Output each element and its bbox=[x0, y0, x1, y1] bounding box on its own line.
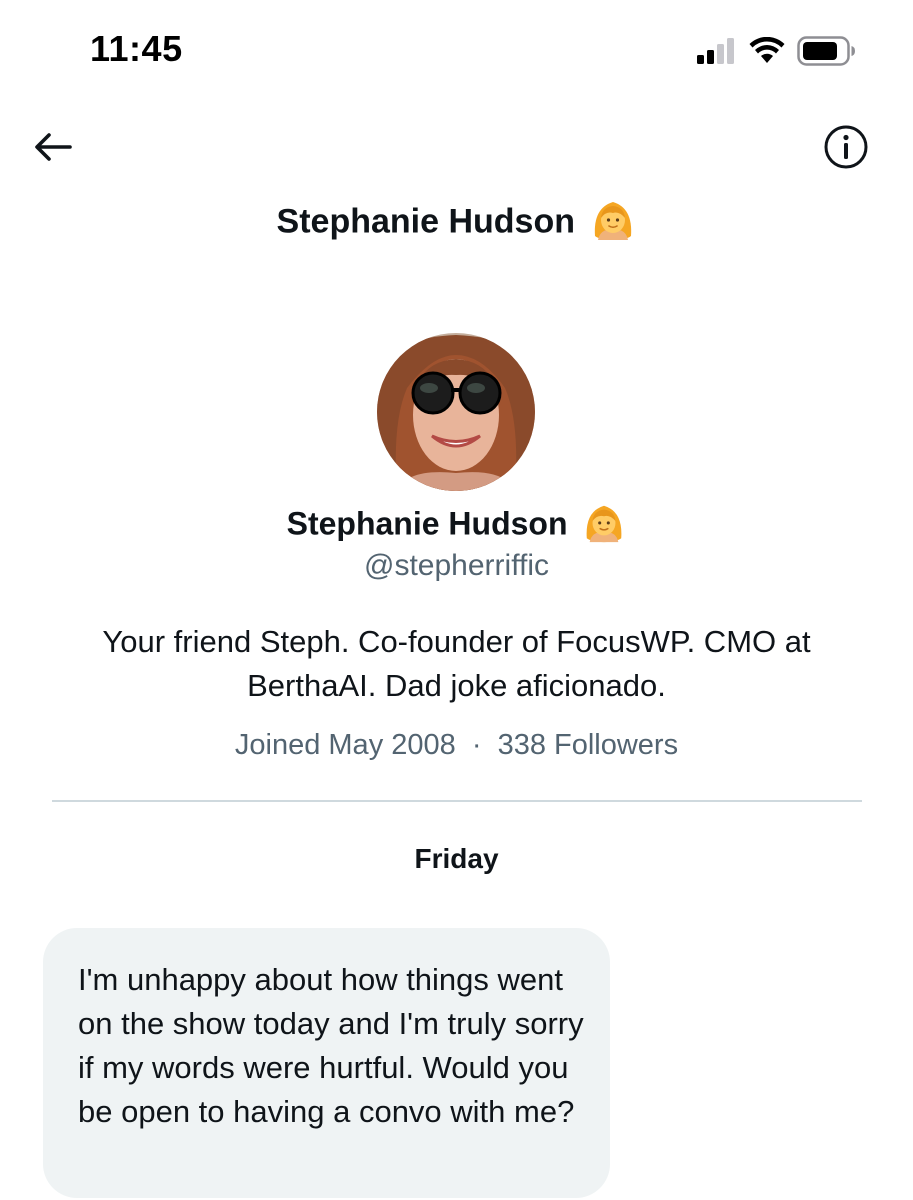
meta-separator: · bbox=[471, 729, 482, 761]
back-button[interactable] bbox=[30, 126, 76, 172]
status-icons bbox=[697, 36, 855, 71]
profile-handle[interactable]: @stepherriffic bbox=[0, 549, 913, 583]
profile-meta: Joined May 2008 · 338 Followers bbox=[0, 729, 913, 762]
avatar[interactable] bbox=[377, 333, 535, 491]
date-separator: Friday bbox=[414, 843, 499, 874]
profile-name-text: Stephanie Hudson bbox=[286, 505, 568, 542]
arrow-left-icon bbox=[32, 131, 74, 168]
profile-bio: Your friend Steph. Co-founder of FocusWP… bbox=[102, 624, 811, 703]
battery-icon bbox=[797, 36, 855, 71]
woman-person-emoji bbox=[582, 500, 626, 552]
profile-name[interactable]: Stephanie Hudson bbox=[0, 500, 913, 552]
joined-date: Joined May 2008 bbox=[234, 729, 456, 761]
message-bubble[interactable]: I'm unhappy about how things went on the… bbox=[43, 928, 610, 1198]
conversation-title-text: Stephanie Hudson bbox=[276, 202, 575, 241]
cellular-signal-icon bbox=[697, 37, 737, 70]
status-time: 11:45 bbox=[90, 28, 183, 69]
followers-count[interactable]: 338 Followers bbox=[498, 729, 679, 761]
conversation-title: Stephanie Hudson bbox=[0, 196, 913, 251]
wifi-icon bbox=[749, 36, 785, 70]
divider bbox=[52, 800, 862, 802]
info-circle-icon bbox=[823, 124, 869, 175]
woman-person-emoji bbox=[590, 196, 636, 251]
message-text: I'm unhappy about how things went on the… bbox=[78, 962, 584, 1129]
info-button[interactable] bbox=[823, 124, 869, 175]
